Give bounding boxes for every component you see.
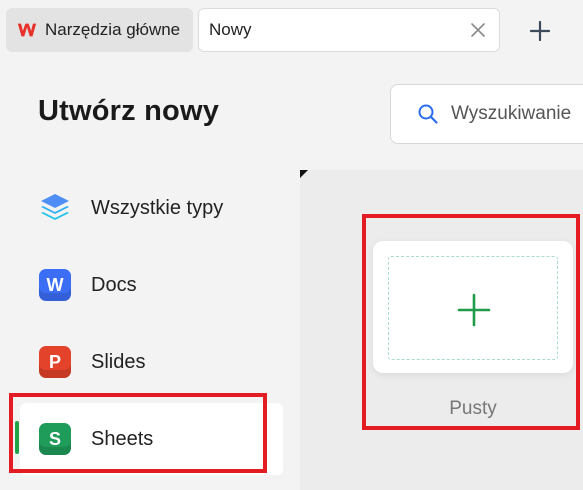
add-tab-icon[interactable] [528, 19, 552, 43]
highlight-sheets [9, 393, 267, 473]
tab-bar: Narzędzia główne Nowy [0, 0, 583, 62]
search-box[interactable]: Wyszukiwanie [390, 84, 583, 144]
slides-badge: P [39, 346, 71, 378]
nav-item-label: Docs [91, 273, 137, 296]
docs-badge: W [39, 269, 71, 301]
search-input[interactable]: Wyszukiwanie [451, 103, 571, 125]
layers-icon [38, 191, 72, 225]
tab-home[interactable]: Narzędzia główne [6, 8, 193, 52]
highlight-blank-template [362, 214, 580, 430]
nav-item-docs[interactable]: W Docs [20, 249, 283, 321]
nav-item-label: Slides [91, 350, 146, 373]
tab-new[interactable]: Nowy [198, 8, 500, 52]
search-icon [418, 104, 438, 124]
nav-item-slides[interactable]: P Slides [20, 326, 283, 398]
slides-icon: P [38, 345, 72, 379]
nav-item-all-types[interactable]: Wszystkie typy [20, 172, 283, 244]
tab-home-label: Narzędzia główne [45, 20, 181, 39]
nav-item-label: Wszystkie typy [91, 196, 224, 219]
tab-new-label: Nowy [209, 20, 252, 39]
page-title: Utwórz nowy [38, 95, 220, 127]
wps-logo-icon [17, 23, 37, 37]
close-icon[interactable] [469, 21, 487, 39]
docs-icon: W [38, 268, 72, 302]
